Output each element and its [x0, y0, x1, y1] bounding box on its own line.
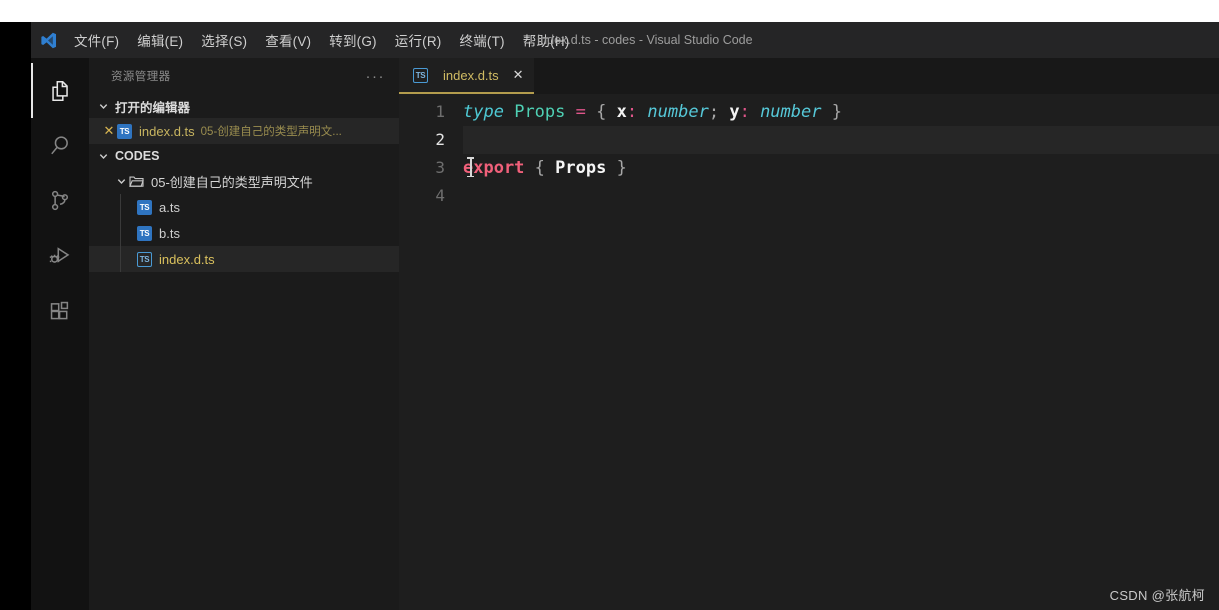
menu-bar[interactable]: 文件(F) 编辑(E) 选择(S) 查看(V) 转到(G) 运行(R) 终端(T…: [65, 27, 579, 53]
extensions-icon: [47, 298, 73, 324]
menu-view[interactable]: 查看(V): [256, 27, 320, 53]
menu-run[interactable]: 运行(R): [386, 27, 451, 53]
code-content: 1 type Props = { x: number; y: number } …: [399, 98, 1219, 210]
explorer-title: 资源管理器: [111, 71, 171, 83]
vscode-window: 文件(F) 编辑(E) 选择(S) 查看(V) 转到(G) 运行(R) 终端(T…: [31, 22, 1219, 610]
section-open-editors[interactable]: 打开的编辑器: [89, 94, 399, 118]
menu-help[interactable]: 帮助(H): [514, 27, 579, 53]
code-line-active[interactable]: 2: [399, 126, 1219, 154]
tab-label: index.d.ts: [443, 67, 499, 83]
tab-index-d-ts[interactable]: TS index.d.ts ✕: [399, 58, 534, 94]
chevron-down-icon: [113, 173, 129, 189]
activity-item-search[interactable]: [31, 118, 89, 173]
line-text: type Props = { x: number; y: number }: [445, 98, 842, 126]
close-icon[interactable]: ✕: [101, 123, 117, 139]
capture-margin-left: [0, 22, 31, 610]
typescript-declaration-file-icon: TS: [413, 67, 428, 83]
line-number: 2: [435, 130, 445, 149]
open-editor-item[interactable]: ✕ TS index.d.ts 05-创建自己的类型声明文...: [89, 118, 399, 144]
watermark: CSDN @张航柯: [1109, 588, 1205, 603]
menu-selection[interactable]: 选择(S): [192, 27, 256, 53]
code-line[interactable]: 1 type Props = { x: number; y: number }: [399, 98, 1219, 126]
menu-terminal[interactable]: 终端(T): [451, 27, 514, 53]
open-editor-file-name: index.d.ts: [139, 123, 195, 139]
explorer-sidebar: 资源管理器 ··· 打开的编辑器 ✕ TS index.d.ts 05-创建自己…: [89, 58, 399, 610]
token-colon: :: [626, 102, 638, 122]
chevron-down-icon: [95, 98, 111, 114]
screenshot-root: 文件(F) 编辑(E) 选择(S) 查看(V) 转到(G) 运行(R) 终端(T…: [0, 0, 1219, 610]
vscode-logo-icon: [31, 31, 65, 50]
files-explorer-icon: [47, 78, 73, 104]
line-number: 1: [435, 102, 445, 121]
line-text: [445, 182, 463, 210]
run-and-debug-icon: [47, 243, 73, 269]
tree-file-row[interactable]: TS b.ts: [89, 220, 399, 246]
token-brace-open: {: [596, 102, 607, 122]
token-keyword-export: export: [463, 158, 525, 178]
line-background: [463, 182, 1219, 210]
token-type-number: number: [760, 102, 822, 122]
folder-open-icon: [129, 173, 145, 189]
workbench-body: 资源管理器 ··· 打开的编辑器 ✕ TS index.d.ts 05-创建自己…: [31, 58, 1219, 610]
token-prop-x: x: [616, 102, 627, 122]
code-line[interactable]: 4: [399, 182, 1219, 210]
code-editor[interactable]: 1 type Props = { x: number; y: number } …: [399, 94, 1219, 610]
line-number: 3: [435, 158, 445, 177]
section-workspace[interactable]: CODES: [89, 144, 399, 168]
editor-group: TS index.d.ts ✕ 1 type Props = { x: numb…: [399, 58, 1219, 610]
source-control-icon: [47, 188, 73, 214]
title-bar: 文件(F) 编辑(E) 选择(S) 查看(V) 转到(G) 运行(R) 终端(T…: [31, 22, 1219, 58]
file-name: index.d.ts: [159, 251, 215, 267]
tab-bar: TS index.d.ts ✕: [399, 58, 1219, 94]
line-text: [445, 126, 463, 154]
code-line[interactable]: 3 export { Props }: [399, 154, 1219, 182]
line-number: 4: [435, 186, 445, 205]
folder-name: 05-创建自己的类型声明文件: [151, 174, 313, 190]
file-name: b.ts: [159, 225, 180, 241]
token-brace-close: }: [831, 102, 842, 122]
activity-bar[interactable]: [31, 58, 89, 610]
menu-file[interactable]: 文件(F): [65, 27, 128, 53]
explorer-header: 资源管理器 ···: [89, 58, 399, 94]
activity-item-explorer[interactable]: [31, 63, 89, 118]
file-name: a.ts: [159, 199, 180, 215]
typescript-file-icon: TS: [137, 225, 152, 241]
token-semicolon: ;: [708, 102, 720, 122]
menu-goto[interactable]: 转到(G): [320, 27, 386, 53]
explorer-more-actions-icon[interactable]: ···: [366, 69, 386, 84]
token-type-name: Props: [514, 102, 566, 122]
menu-edit[interactable]: 编辑(E): [128, 27, 192, 53]
token-identifier: Props: [555, 158, 607, 178]
typescript-file-icon: TS: [117, 123, 132, 139]
workspace-label: CODES: [115, 149, 160, 163]
search-icon: [47, 133, 73, 159]
line-text: export { Props }: [445, 154, 627, 182]
token-brace-close: }: [616, 158, 627, 178]
token-equals: =: [575, 102, 586, 122]
tree-folder-row[interactable]: 05-创建自己的类型声明文件: [89, 168, 399, 194]
token-keyword-type: type: [463, 102, 504, 122]
token-type-number: number: [647, 102, 709, 122]
typescript-declaration-file-icon: TS: [137, 251, 152, 267]
tree-file-row[interactable]: TS a.ts: [89, 194, 399, 220]
capture-margin-top: [0, 0, 1219, 22]
close-icon[interactable]: ✕: [513, 67, 524, 83]
tree-file-row[interactable]: TS index.d.ts: [89, 246, 399, 272]
open-editor-file-path: 05-创建自己的类型声明文...: [200, 126, 342, 138]
current-line-highlight: [463, 126, 1219, 154]
activity-item-source-control[interactable]: [31, 173, 89, 228]
activity-item-run-and-debug[interactable]: [31, 228, 89, 283]
activity-item-extensions[interactable]: [31, 283, 89, 338]
section-open-editors-label: 打开的编辑器: [115, 100, 191, 115]
token-brace-open: {: [534, 158, 545, 178]
typescript-file-icon: TS: [137, 199, 152, 215]
chevron-down-icon: [95, 148, 111, 164]
token-colon: :: [739, 102, 750, 122]
token-prop-y: y: [729, 102, 740, 122]
